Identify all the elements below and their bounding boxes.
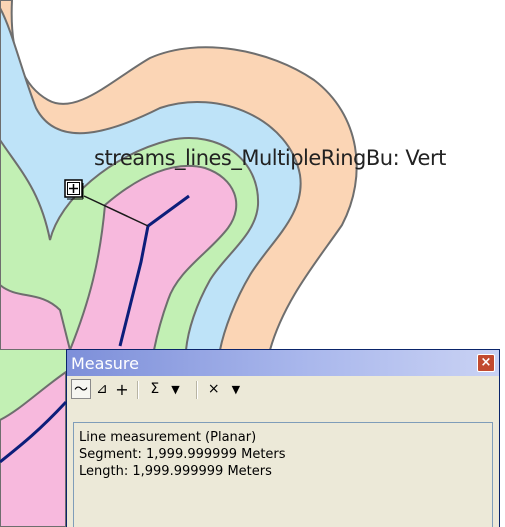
measure-toolbar: 〜 ⊿ + Σ ▼ × ▼ xyxy=(67,376,499,404)
chevron-down-icon: ▼ xyxy=(171,382,180,396)
clear-icon: × xyxy=(207,381,220,397)
result-segment: Segment: 1,999.999999 Meters xyxy=(79,447,286,462)
measure-title: Measure xyxy=(71,354,139,373)
clear-button[interactable]: × ▼ xyxy=(204,379,244,399)
chevron-down-icon: ▼ xyxy=(231,382,241,396)
measure-area-button[interactable]: ⊿ xyxy=(93,379,111,399)
result-length: Length: 1,999.999999 Meters xyxy=(79,464,272,479)
measure-line-button[interactable]: 〜 xyxy=(71,379,91,399)
sum-icon: Σ xyxy=(150,381,160,397)
measure-area-icon: ⊿ xyxy=(96,381,108,397)
measure-titlebar[interactable]: Measure × xyxy=(67,350,499,376)
snap-tooltip: streams_lines_MultipleRingBu: Vert xyxy=(94,146,446,170)
measure-feature-button[interactable]: + xyxy=(113,379,131,399)
toolbar-separator xyxy=(196,381,198,399)
measure-results: Line measurement (Planar) Segment: 1,999… xyxy=(73,422,493,527)
measure-feature-icon: + xyxy=(115,379,129,399)
snap-cursor-icon xyxy=(64,179,84,200)
close-button[interactable]: × xyxy=(477,354,495,372)
result-line-type: Line measurement (Planar) xyxy=(79,430,257,445)
toolbar-separator xyxy=(137,381,139,399)
measure-window[interactable]: Measure × 〜 ⊿ + Σ ▼ × ▼ Line measurement… xyxy=(66,349,500,527)
measure-line-icon: 〜 xyxy=(74,382,88,398)
sum-button[interactable]: Σ ▼ xyxy=(145,379,185,399)
